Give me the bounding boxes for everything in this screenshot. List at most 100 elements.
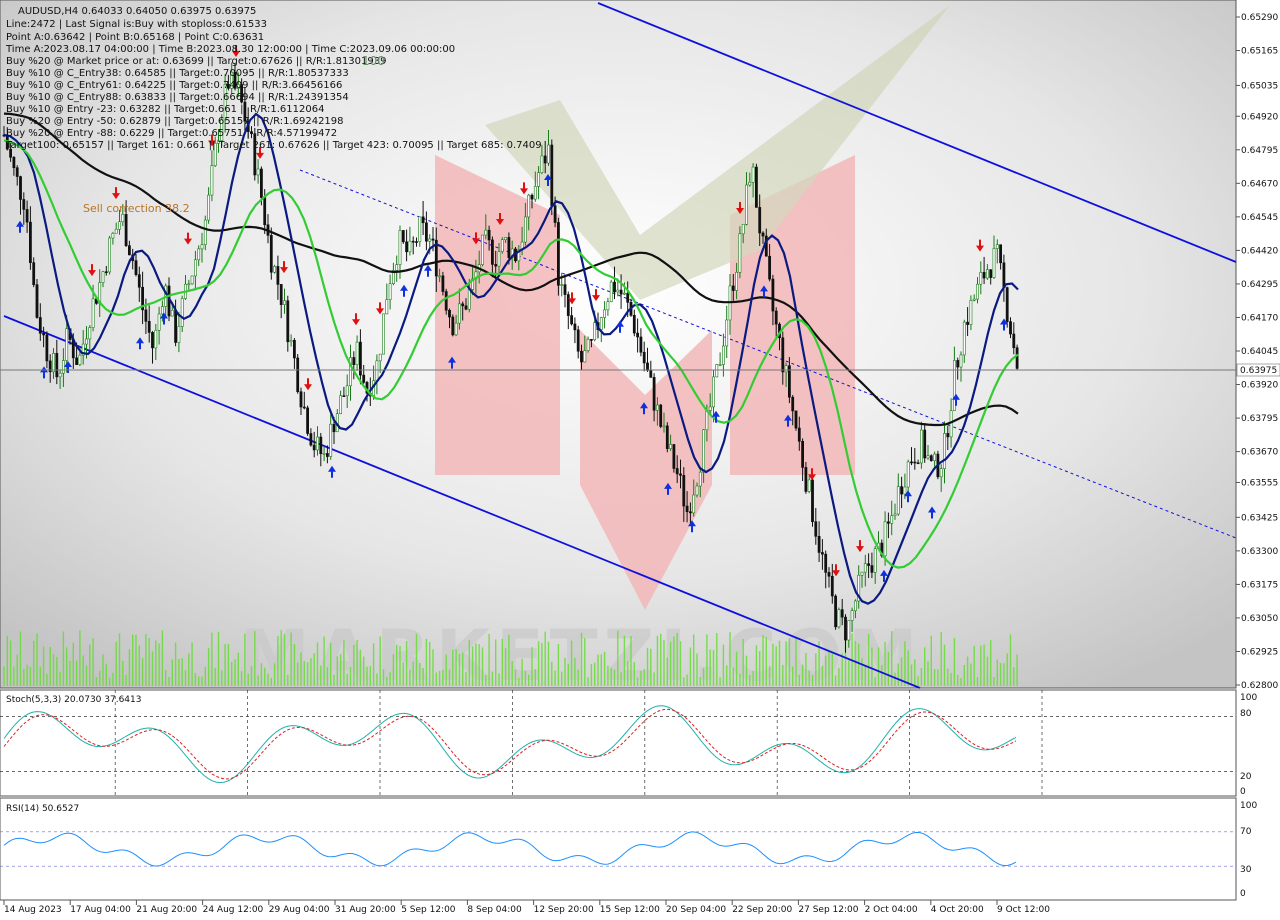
candle-up — [662, 425, 666, 428]
candle-up — [345, 385, 349, 397]
candle-up — [976, 283, 979, 300]
price-tick-label: 0.63175 — [1241, 580, 1278, 590]
candle-down — [989, 269, 993, 278]
candle-up — [712, 376, 715, 408]
candle-up — [395, 264, 399, 271]
candle-up — [741, 223, 745, 235]
candle-up — [995, 244, 999, 249]
candle-down — [632, 314, 636, 334]
candle-down — [649, 370, 653, 378]
candle-up — [698, 471, 702, 487]
candle-down — [916, 462, 920, 465]
candle-up — [504, 237, 508, 241]
candle-down — [269, 235, 273, 273]
candle-up — [751, 166, 755, 183]
candle-down — [415, 241, 418, 243]
candle-up — [256, 168, 260, 176]
candle-up — [481, 234, 484, 265]
candle-up — [187, 283, 191, 286]
candle-down — [820, 552, 824, 555]
candle-down — [573, 323, 577, 331]
candle-up — [91, 298, 95, 328]
candle-down — [302, 406, 306, 409]
time-tick-label: 9 Oct 12:00 — [997, 905, 1050, 915]
candle-up — [58, 372, 62, 378]
price-tick-label: 0.63300 — [1241, 547, 1278, 557]
candle-up — [273, 266, 277, 273]
price-tick-label: 0.63795 — [1241, 414, 1278, 424]
candle-down — [1012, 333, 1016, 348]
candle-down — [134, 260, 138, 275]
candle-down — [900, 486, 904, 495]
candle-down — [1002, 262, 1006, 288]
candle-down — [570, 315, 574, 325]
candle-down — [817, 536, 821, 553]
candle-up — [375, 360, 379, 382]
candle-down — [325, 453, 329, 457]
time-tick-label: 2 Oct 04:00 — [865, 905, 918, 915]
info-line-8: Buy %20 @ Entry -50: 0.62879 || Target:0… — [6, 116, 344, 127]
candle-down — [553, 205, 557, 223]
info-line-10: Target100: 0.65157 || Target 161: 0.661 … — [5, 140, 542, 151]
candle-up — [715, 364, 719, 378]
candle-up — [860, 571, 864, 576]
candle-up — [903, 486, 907, 495]
candle-up — [853, 600, 857, 611]
candle-down — [946, 433, 950, 438]
candle-down — [913, 461, 917, 464]
candle-up — [943, 433, 946, 470]
candle-up — [926, 455, 930, 459]
candle-down — [352, 357, 356, 365]
candle-up — [497, 251, 501, 267]
candle-down — [1005, 287, 1009, 322]
time-tick-label: 8 Sep 04:00 — [467, 905, 522, 915]
candle-up — [985, 269, 989, 279]
time-tick-label: 24 Aug 12:00 — [203, 905, 264, 915]
candle-up — [190, 275, 194, 285]
candle-down — [276, 266, 280, 285]
candle-down — [151, 332, 154, 349]
candle-down — [768, 255, 772, 280]
info-line-9: Buy %20 @ Entry -88: 0.6229 || Target:0.… — [6, 128, 337, 139]
info-line-2: Time A:2023.08.17 04:00:00 | Time B:2023… — [5, 44, 455, 55]
candle-down — [286, 300, 290, 343]
candle-down — [25, 209, 29, 223]
candle-down — [867, 563, 871, 566]
candle-up — [527, 194, 531, 218]
info-line-4: Buy %10 @ C_Entry38: 0.64585 || Target:0… — [6, 68, 349, 79]
candle-up — [883, 521, 887, 557]
candle-up — [316, 436, 319, 451]
candle-down — [830, 575, 834, 597]
candle-down — [319, 436, 323, 455]
candle-down — [174, 309, 178, 343]
candle-down — [659, 404, 663, 427]
candle-up — [382, 313, 385, 355]
candle-up — [88, 327, 92, 340]
candle-down — [444, 291, 448, 311]
candle-up — [339, 395, 343, 414]
candle-down — [886, 521, 890, 524]
candle-down — [421, 216, 425, 224]
candle-up — [85, 338, 88, 345]
candle-up — [669, 444, 673, 449]
candle-up — [748, 181, 752, 186]
candle-down — [411, 240, 415, 243]
candle-up — [959, 354, 963, 368]
candle-up — [289, 340, 293, 343]
candle-down — [685, 505, 689, 513]
candle-down — [75, 357, 79, 365]
candle-up — [890, 515, 894, 524]
candle-down — [45, 334, 49, 362]
candle-up — [692, 494, 696, 514]
stoch-level-100: 100 — [1240, 693, 1257, 703]
candle-down — [999, 244, 1003, 264]
candle-up — [533, 186, 537, 200]
candle-down — [405, 241, 409, 253]
candle-down — [451, 316, 455, 336]
candle-down — [626, 292, 630, 303]
candle-up — [484, 229, 488, 236]
candle-up — [847, 620, 851, 641]
candle-up — [385, 299, 389, 315]
candle-up — [807, 479, 811, 492]
time-tick-label: 12 Sep 20:00 — [534, 905, 594, 915]
